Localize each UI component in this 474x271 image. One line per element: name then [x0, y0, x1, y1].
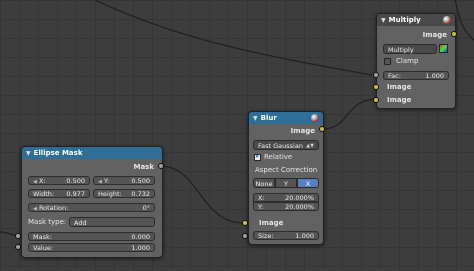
relative-checkbox[interactable] [254, 152, 261, 161]
ellipse-mask-input-socket[interactable] [15, 233, 21, 239]
link-top-right [454, 0, 474, 41]
aspect-y-button[interactable]: Y [275, 178, 297, 188]
blend-type-value: Multiply [388, 46, 414, 54]
ellipse-width-value: 0.977 [66, 190, 85, 198]
mask-type-dropdown[interactable]: Add [69, 217, 155, 227]
ellipse-value-input-socket[interactable] [15, 244, 21, 250]
ellipse-rotation-label: Rotation: [38, 204, 69, 212]
filter-type-value: Fast Gaussian [258, 142, 303, 150]
decrement-arrow-icon[interactable]: ◀ [33, 206, 37, 212]
mask-type-label: Mask type: [28, 218, 67, 226]
ellipse-height-label: Height: [98, 190, 122, 198]
collapse-arrow-icon[interactable]: ▼ [381, 17, 386, 24]
relative-label: Relative [264, 153, 293, 161]
ellipse-mask-output-socket[interactable] [158, 163, 164, 169]
multiply-output-label: Image [422, 31, 447, 39]
blur-size-field[interactable]: Size: 1.000 [253, 231, 319, 240]
ellipse-mask-field[interactable]: Mask: 0.000 [28, 232, 155, 241]
ellipse-x-value: 0.500 [66, 177, 85, 185]
ellipse-y-field[interactable]: ◀ Y: 0.500 [93, 176, 155, 185]
link-ellipse-to-blur [159, 165, 246, 224]
fac-value: 1.000 [425, 72, 444, 80]
multiply-node[interactable]: ▼ Multiply Image Multiply Clamp Fac: 1.0… [376, 13, 456, 109]
blur-size-label: Size: [258, 232, 274, 240]
multiply-node-title: Multiply [388, 16, 421, 24]
blur-output-label: Image [290, 127, 315, 135]
blur-node-header[interactable]: ▼ Blur [249, 112, 323, 124]
ellipse-x-label: X: [38, 177, 46, 185]
blur-y-field[interactable]: Y: 20.000% [253, 202, 319, 211]
collapse-arrow-icon[interactable]: ▼ [253, 115, 258, 122]
ellipse-width-field[interactable]: Width: 0.977 [28, 189, 90, 198]
blur-y-value: 20.000% [285, 203, 314, 211]
fac-field[interactable]: Fac: 1.000 [383, 71, 449, 80]
ellipse-mask-title: Ellipse Mask [33, 149, 83, 157]
multiply-output-socket[interactable] [451, 31, 457, 37]
ellipse-mask-node[interactable]: ▼ Ellipse Mask Mask ◀ X: 0.500 ◀ Y: 0.50… [21, 146, 163, 258]
ellipse-mask-header[interactable]: ▼ Ellipse Mask [22, 147, 162, 159]
multiply-fac-socket[interactable] [373, 72, 379, 78]
mask-type-value: Add [74, 219, 87, 227]
blur-x-field[interactable]: X: 20.000% [253, 193, 319, 202]
multiply-image1-socket[interactable] [373, 84, 379, 90]
color-picker-icon[interactable] [439, 44, 448, 53]
ellipse-height-field[interactable]: Height: 0.732 [93, 189, 155, 198]
blur-input-image: Image [259, 219, 284, 227]
ellipse-value-label: Value: [33, 244, 54, 252]
multiply-image2-socket[interactable] [373, 97, 379, 103]
link-top-background [94, 0, 373, 76]
multiply-input-image-2: Image [387, 96, 412, 104]
blur-node[interactable]: ▼ Blur Image Fast Gaussian ▲▼ Relative A… [248, 111, 324, 245]
preview-sphere-icon[interactable] [443, 16, 451, 24]
blur-size-value: 1.000 [295, 232, 314, 240]
ellipse-output-label: Mask [133, 163, 154, 171]
ellipse-height-value: 0.732 [131, 190, 150, 198]
decrement-arrow-icon[interactable]: ◀ [98, 179, 102, 185]
ellipse-x-field[interactable]: ◀ X: 0.500 [28, 176, 90, 185]
ellipse-y-label: Y: [103, 177, 110, 185]
blur-size-socket[interactable] [242, 233, 248, 239]
ellipse-mask-label: Mask: [33, 233, 52, 241]
aspect-correction-label: Aspect Correction [255, 166, 318, 174]
ellipse-rotation-value: 0° [142, 204, 150, 212]
link-blur-to-multiply [321, 98, 377, 130]
ellipse-width-label: Width: [33, 190, 55, 198]
decrement-arrow-icon[interactable]: ◀ [33, 179, 37, 185]
blur-image-socket[interactable] [242, 220, 248, 226]
multiply-node-header[interactable]: ▼ Multiply [377, 14, 455, 26]
dropdown-arrow-icon: ▲▼ [306, 143, 314, 149]
filter-type-dropdown[interactable]: Fast Gaussian ▲▼ [253, 140, 319, 150]
aspect-x-button[interactable]: X [297, 178, 319, 188]
blur-node-title: Blur [260, 114, 277, 122]
ellipse-y-value: 0.500 [131, 177, 150, 185]
aspect-none-button[interactable]: None [253, 178, 275, 188]
ellipse-value-value: 1.000 [131, 244, 150, 252]
collapse-arrow-icon[interactable]: ▼ [26, 150, 31, 157]
blur-y-label: Y: [258, 203, 264, 211]
blur-output-socket[interactable] [319, 126, 325, 132]
blend-type-dropdown[interactable]: Multiply [383, 44, 437, 54]
clamp-checkbox[interactable] [384, 58, 391, 65]
clamp-label: Clamp [396, 57, 419, 65]
ellipse-value-field[interactable]: Value: 1.000 [28, 243, 155, 252]
preview-sphere-icon[interactable] [311, 114, 319, 122]
ellipse-rotation-field[interactable]: ◀ Rotation: 0° [28, 203, 155, 212]
fac-label: Fac: [388, 72, 401, 80]
ellipse-mask-value: 0.000 [131, 233, 150, 241]
multiply-input-image-1: Image [387, 83, 412, 91]
